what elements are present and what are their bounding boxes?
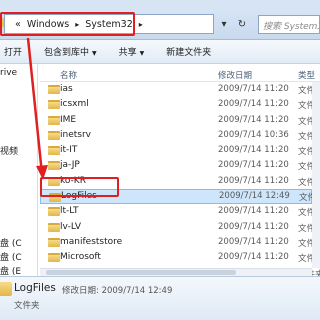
folder-icon xyxy=(48,237,60,247)
include-label: 包含到库中 xyxy=(44,48,90,58)
command-toolbar: 打开 包含到库中 ▼ 共享 ▼ 新建文件夹 xyxy=(0,40,320,64)
nav-item[interactable]: rive xyxy=(0,68,17,78)
file-date: 2009/7/14 11:20 xyxy=(218,114,289,125)
nav-item[interactable]: 视频 xyxy=(0,144,18,157)
nav-item[interactable]: 盘 (C xyxy=(0,236,22,249)
file-name: ja-JP xyxy=(60,160,80,171)
folder-icon xyxy=(0,282,12,296)
column-header-type[interactable]: 类型 xyxy=(298,69,315,81)
folder-icon xyxy=(48,222,60,232)
file-name: inetsrv xyxy=(60,129,91,140)
horizontal-scrollbar[interactable] xyxy=(40,268,312,276)
file-row[interactable]: it-IT2009/7/14 11:20文件夹 xyxy=(40,143,320,158)
file-date: 2009/7/14 11:20 xyxy=(218,252,289,263)
column-headers: 名称 修改日期 类型 xyxy=(40,64,320,82)
column-header-name[interactable]: 名称 xyxy=(60,69,77,81)
dropdown-arrow-icon: ▼ xyxy=(139,50,145,57)
file-date: 2009/7/14 11:20 xyxy=(218,99,289,110)
file-row[interactable]: lv-LV2009/7/14 11:20文件夹 xyxy=(40,220,320,235)
share-button[interactable]: 共享 ▼ xyxy=(119,45,145,58)
share-label: 共享 xyxy=(118,48,137,58)
file-date: 2009/7/14 11:20 xyxy=(218,145,289,156)
file-date: 2009/7/14 11:20 xyxy=(218,236,289,247)
navigation-pane: rive 视频 盘 (C 盘 (C 盘 (E xyxy=(0,64,38,276)
folder-icon xyxy=(48,207,60,217)
file-name: lt-LT xyxy=(60,206,79,217)
window-top-strip xyxy=(0,0,320,10)
folder-icon xyxy=(48,161,60,171)
new-folder-button[interactable]: 新建文件夹 xyxy=(166,45,211,58)
highlight-box-logfiles xyxy=(40,177,119,197)
details-type: 文件夹 xyxy=(14,301,40,311)
file-row[interactable]: ias2009/7/14 11:20文件夹 xyxy=(40,82,320,97)
file-date: 2009/7/14 12:49 xyxy=(219,191,290,202)
file-date: 2009/7/14 11:20 xyxy=(218,175,289,186)
file-date: 2009/7/14 11:20 xyxy=(218,221,289,232)
include-in-library-button[interactable]: 包含到库中 ▼ xyxy=(44,45,97,58)
file-row[interactable]: icsxml2009/7/14 11:20文件夹 xyxy=(40,97,320,112)
file-name: IME xyxy=(60,114,77,125)
file-name: it-IT xyxy=(60,145,78,156)
file-date: 2009/7/14 11:20 xyxy=(218,160,289,171)
file-row[interactable]: manifeststore2009/7/14 11:20文件夹 xyxy=(40,235,320,250)
open-label: 打开 xyxy=(4,48,23,58)
nav-item[interactable]: 盘 (E xyxy=(0,264,21,276)
file-date: 2009/7/14 11:20 xyxy=(218,206,289,217)
refresh-icon[interactable]: ↻ xyxy=(234,16,250,32)
details-pane: LogFiles 修改日期: 2009/7/14 12:49 文件夹 xyxy=(0,276,320,320)
search-input[interactable]: 搜索 System32 xyxy=(258,15,320,34)
file-name: Microsoft xyxy=(60,252,101,263)
column-header-date[interactable]: 修改日期 xyxy=(218,69,252,81)
file-row[interactable]: Microsoft2009/7/14 11:20文件夹 xyxy=(40,250,320,265)
nav-item[interactable]: 盘 (C xyxy=(0,250,22,263)
folder-icon xyxy=(48,100,60,110)
chevron-right-icon[interactable]: ▸ xyxy=(139,20,143,29)
file-row[interactable]: IME2009/7/14 11:20文件夹 xyxy=(40,113,320,128)
scrollbar-thumb[interactable] xyxy=(46,270,236,275)
file-date: 2009/7/14 10:36 xyxy=(218,129,289,140)
file-row[interactable]: inetsrv2009/7/14 10:36文件夹 xyxy=(40,128,320,143)
open-button[interactable]: 打开 xyxy=(4,45,22,58)
highlight-box-address xyxy=(0,12,135,36)
address-dropdown-icon[interactable]: ▾ xyxy=(216,16,232,32)
dropdown-arrow-icon: ▼ xyxy=(92,50,97,57)
file-date: 2009/7/14 11:20 xyxy=(218,84,289,94)
file-name: lv-LV xyxy=(60,221,82,232)
file-name: manifeststore xyxy=(60,236,123,247)
folder-icon xyxy=(48,115,60,125)
details-modified: 修改日期: 2009/7/14 12:49 xyxy=(62,286,173,296)
file-name: ias xyxy=(60,84,73,94)
folder-icon xyxy=(48,85,60,94)
folder-icon xyxy=(48,130,60,140)
folder-icon xyxy=(48,253,60,263)
file-name: icsxml xyxy=(60,99,89,110)
file-row[interactable]: lt-LT2009/7/14 11:20文件夹 xyxy=(40,204,320,219)
vertical-scrollbar[interactable] xyxy=(312,82,320,268)
folder-icon xyxy=(48,146,60,156)
details-name: LogFiles xyxy=(14,282,56,294)
file-row[interactable]: ja-JP2009/7/14 11:20文件夹 xyxy=(40,158,320,173)
